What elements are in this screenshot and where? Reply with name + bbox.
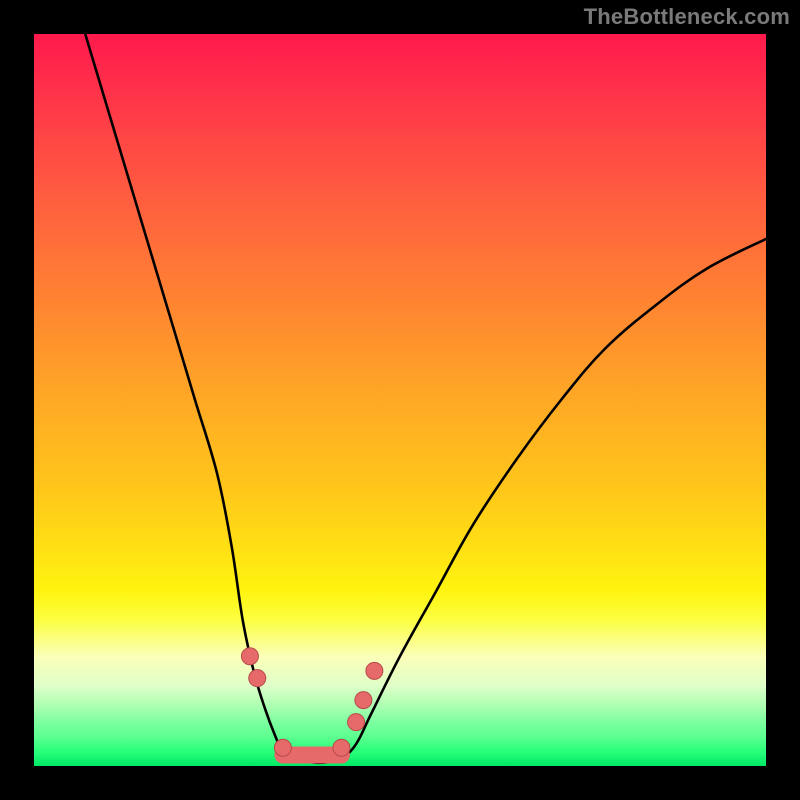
- valley-dot-1: [274, 739, 291, 756]
- left-dot-lower: [249, 670, 266, 687]
- right-dot-mid: [355, 692, 372, 709]
- watermark-text: TheBottleneck.com: [584, 4, 790, 30]
- right-dot-upper: [366, 662, 383, 679]
- bottleneck-curve: [85, 34, 766, 763]
- bottleneck-curve-svg: [34, 34, 766, 766]
- valley-dot-3: [333, 739, 350, 756]
- right-dot-lower: [348, 714, 365, 731]
- chart-frame: TheBottleneck.com: [0, 0, 800, 800]
- left-dot-upper: [241, 648, 258, 665]
- plot-area: [34, 34, 766, 766]
